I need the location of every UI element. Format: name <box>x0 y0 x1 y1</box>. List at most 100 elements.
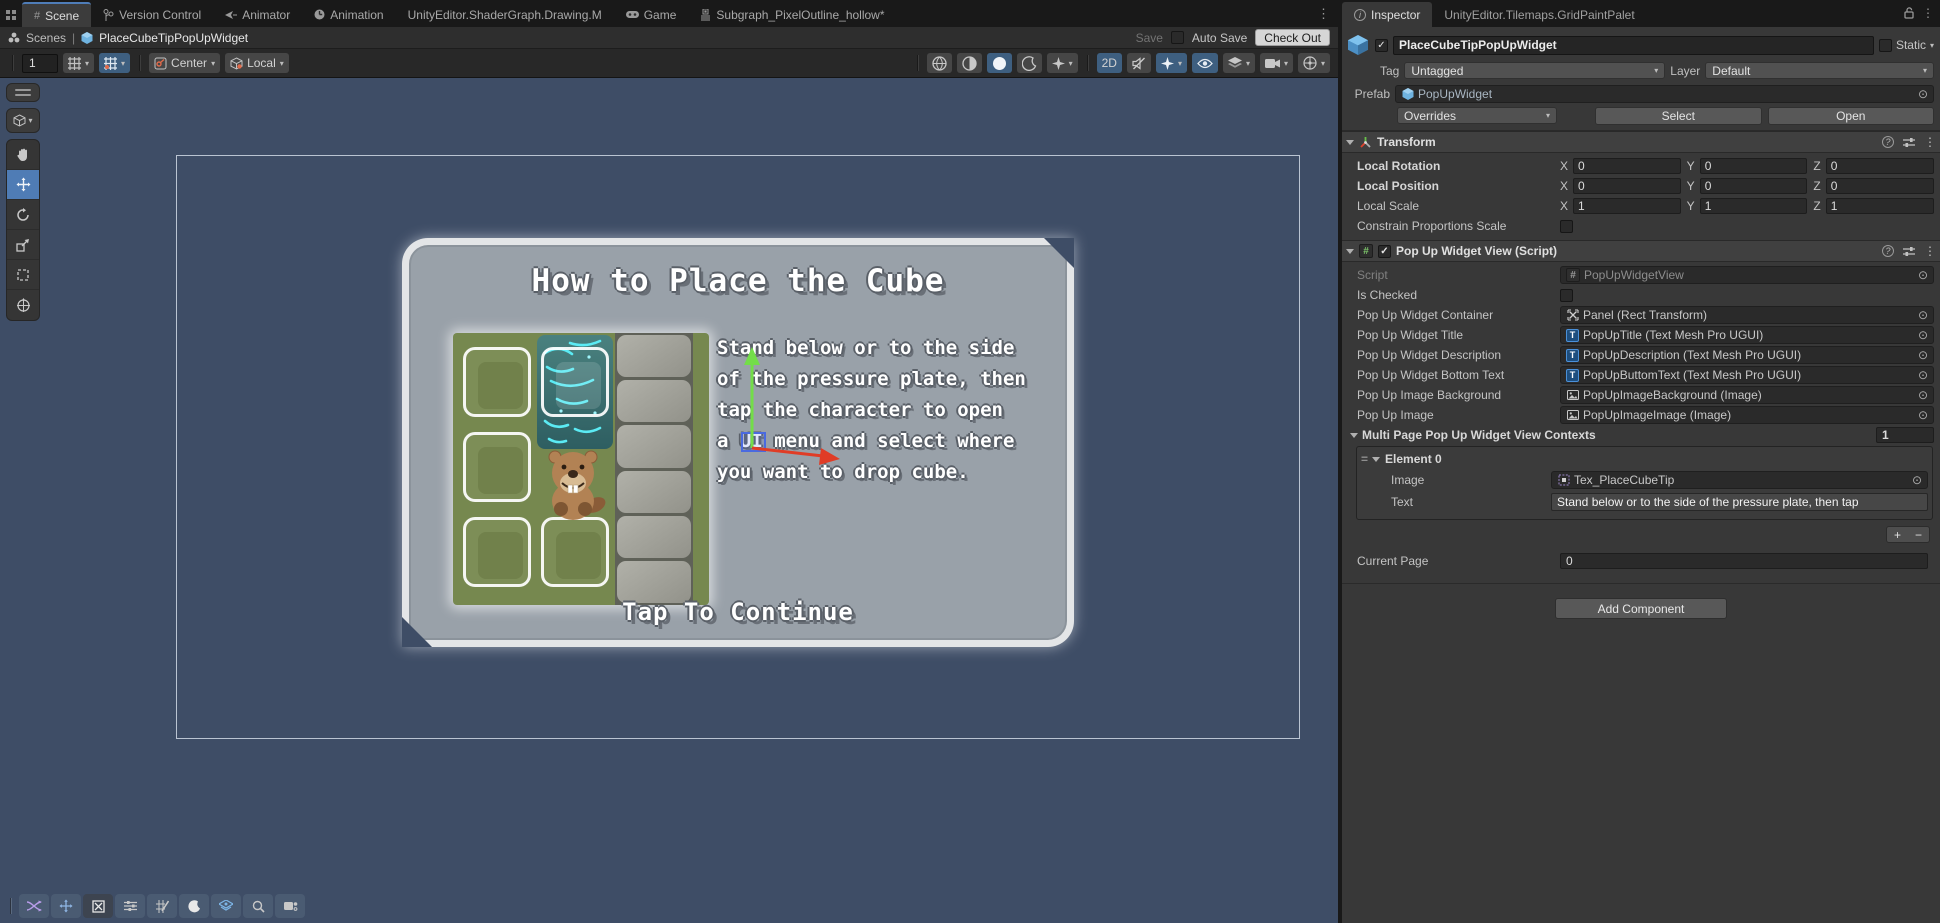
grid-snap-dropdown-icon[interactable]: ▾ <box>85 59 89 68</box>
position-y-field[interactable]: 0 <box>1700 178 1808 194</box>
overrides-dropdown[interactable]: Overrides ▾ <box>1397 107 1557 124</box>
effects-dropdown[interactable]: ▾ <box>1156 53 1187 73</box>
image-background-object-field[interactable]: PopUpImageBackground (Image) ⊙ <box>1560 386 1934 404</box>
scale-x-field[interactable]: 1 <box>1573 198 1681 214</box>
tab-animator[interactable]: Animator <box>213 2 302 27</box>
object-picker-icon[interactable]: ⊙ <box>1918 308 1928 322</box>
popup-image-object-field[interactable]: PopUpImageImage (Image) ⊙ <box>1560 406 1934 424</box>
rotation-x-field[interactable]: 0 <box>1573 158 1681 174</box>
foldout-arrow-icon[interactable] <box>1350 433 1358 438</box>
debug-dropdown-icon[interactable]: ▾ <box>1069 59 1073 68</box>
overlay-drag-handle[interactable] <box>15 89 31 91</box>
effects-dropdown-icon[interactable]: ▾ <box>1178 59 1182 68</box>
popup-widget-view-header[interactable]: # ✓ Pop Up Widget View (Script) ? ⋮ <box>1342 240 1940 262</box>
component-enabled-checkbox[interactable]: ✓ <box>1378 245 1391 258</box>
script-object-field[interactable]: # PopUpWidgetView ⊙ <box>1560 266 1934 284</box>
presets-icon[interactable] <box>1903 137 1915 148</box>
gizmos-dropdown-icon[interactable]: ▾ <box>1321 59 1325 68</box>
scene-view[interactable]: How to Place the Cube <box>0 78 1338 923</box>
tag-dropdown[interactable]: Untagged ▾ <box>1404 62 1665 79</box>
is-checked-checkbox[interactable] <box>1560 289 1573 302</box>
tab-scene[interactable]: # Scene <box>22 2 91 27</box>
add-component-button[interactable]: Add Component <box>1555 598 1727 619</box>
lighting-mode-tool[interactable] <box>179 894 209 918</box>
object-picker-icon[interactable]: ⊙ <box>1918 348 1928 362</box>
grid-size-field[interactable]: 1 <box>22 54 58 73</box>
tab-gridpaint[interactable]: UnityEditor.Tilemaps.GridPaintPalet <box>1432 2 1646 27</box>
debug-mode-dropdown[interactable]: ▾ <box>1047 53 1078 73</box>
tab-game[interactable]: Game <box>614 2 689 27</box>
audio-muted-button[interactable] <box>1127 53 1151 73</box>
description-object-field[interactable]: T PopUpDescription (Text Mesh Pro UGUI) … <box>1560 346 1934 364</box>
isometric-layers-tool[interactable] <box>211 894 241 918</box>
grid-snap-button[interactable]: ▾ <box>63 53 94 73</box>
move-tool[interactable] <box>7 170 39 200</box>
element-image-object-field[interactable]: Tex_PlaceCubeTip ⊙ <box>1551 471 1928 489</box>
zoom-tool[interactable] <box>243 894 273 918</box>
window-menu-icon[interactable] <box>0 3 22 27</box>
tab-shadergraph[interactable]: UnityEditor.ShaderGraph.Drawing.M <box>396 2 614 27</box>
foldout-arrow-icon[interactable] <box>1346 249 1354 254</box>
grid-visibility-button[interactable]: ▾ <box>99 53 130 73</box>
object-picker-icon[interactable]: ⊙ <box>1918 408 1928 422</box>
multi-page-contexts-header[interactable]: Multi Page Pop Up Widget View Contexts 1 <box>1342 425 1940 445</box>
element-text-field[interactable]: Stand below or to the side of the pressu… <box>1551 493 1928 511</box>
lock-icon[interactable] <box>1904 7 1914 19</box>
tools-overlay-header[interactable] <box>6 83 40 102</box>
overlay-drag-handle[interactable] <box>10 898 12 914</box>
gameobject-cube-icon[interactable] <box>1346 33 1370 57</box>
breadcrumb-scenes[interactable]: Scenes <box>26 31 66 45</box>
help-icon[interactable]: ? <box>1882 245 1894 257</box>
foldout-arrow-icon[interactable] <box>1346 140 1354 145</box>
gameobject-name-field[interactable]: PlaceCubeTipPopUpWidget <box>1393 36 1874 55</box>
tab-subgraph[interactable]: Subgraph_PixelOutline_hollow* <box>688 2 896 27</box>
gizmos-dropdown[interactable]: ▾ <box>1298 53 1330 73</box>
static-checkbox[interactable] <box>1879 39 1892 52</box>
active-checkbox[interactable]: ✓ <box>1375 39 1388 52</box>
save-button[interactable]: Save <box>1136 31 1163 45</box>
position-z-field[interactable]: 0 <box>1826 178 1934 194</box>
camera-dropdown[interactable]: ▾ <box>1260 53 1293 73</box>
orientation-dropdown[interactable]: Local ▾ <box>225 53 289 73</box>
element-drag-handle[interactable]: = <box>1361 452 1367 466</box>
object-picker-icon[interactable]: ⊙ <box>1918 328 1928 342</box>
tool-context-dropdown[interactable]: ▾ <box>6 108 40 133</box>
camera-dropdown-icon[interactable]: ▾ <box>1284 59 1288 68</box>
auto-save-checkbox[interactable] <box>1171 31 1184 44</box>
scale-tool[interactable] <box>7 230 39 260</box>
shading-dark-button[interactable] <box>1017 53 1042 73</box>
tilemap-edit-tool[interactable] <box>147 894 177 918</box>
array-remove-button[interactable]: − <box>1908 527 1929 542</box>
static-dropdown-icon[interactable]: ▾ <box>1930 41 1934 50</box>
foldout-arrow-icon[interactable] <box>1372 457 1380 462</box>
scale-z-field[interactable]: 1 <box>1826 198 1934 214</box>
component-kebab-icon[interactable]: ⋮ <box>1924 244 1936 258</box>
array-size-field[interactable]: 1 <box>1876 427 1934 443</box>
tab-animation[interactable]: Animation <box>302 2 395 27</box>
layer-dropdown[interactable]: Default ▾ <box>1705 62 1934 79</box>
active-tilemap-tool[interactable] <box>83 894 113 918</box>
shading-wireframe-button[interactable] <box>927 53 952 73</box>
tab-inspector[interactable]: i Inspector <box>1342 2 1432 27</box>
rect-tool[interactable] <box>7 260 39 290</box>
shading-shaded-wire-button[interactable] <box>957 53 982 73</box>
object-picker-icon[interactable]: ⊙ <box>1918 368 1928 382</box>
scale-y-field[interactable]: 1 <box>1700 198 1808 214</box>
rotate-tool[interactable] <box>7 200 39 230</box>
position-x-field[interactable]: 0 <box>1573 178 1681 194</box>
scene-camera-tool[interactable] <box>275 894 305 918</box>
breadcrumb-object[interactable]: PlaceCubeTipPopUpWidget <box>99 31 248 45</box>
array-add-button[interactable]: + <box>1887 527 1908 542</box>
object-picker-icon[interactable]: ⊙ <box>1912 473 1922 487</box>
component-kebab-icon[interactable]: ⋮ <box>1924 135 1936 149</box>
constrain-proportions-checkbox[interactable] <box>1560 220 1573 233</box>
presets-icon[interactable] <box>1903 246 1915 257</box>
view-hand-tool[interactable] <box>7 140 39 170</box>
mode-2d-button[interactable]: 2D <box>1097 53 1122 73</box>
overlay-drag-handle[interactable] <box>15 94 31 96</box>
prefab-picker-icon[interactable]: ⊙ <box>1918 87 1928 101</box>
tab-version-control[interactable]: Version Control <box>91 2 213 27</box>
rotation-y-field[interactable]: 0 <box>1700 158 1808 174</box>
brush-settings-tool[interactable] <box>115 894 145 918</box>
inspector-kebab-icon[interactable]: ⋮ <box>1922 6 1934 20</box>
